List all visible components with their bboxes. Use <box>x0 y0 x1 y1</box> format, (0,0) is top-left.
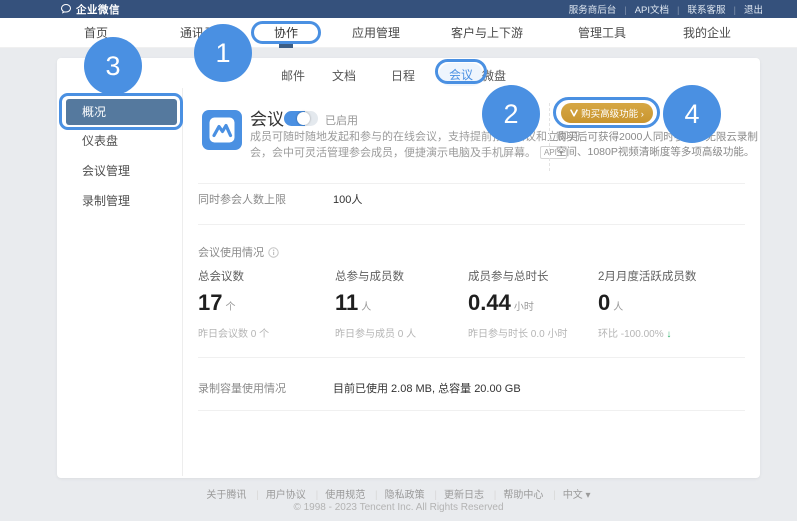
sidebar-item-recording-management[interactable]: 录制管理 <box>66 188 177 214</box>
meeting-description-line2-text: 会，会中可灵活管理参会成员，便捷演示电脑及手机屏幕。 <box>250 147 536 159</box>
meeting-description-line2: 会，会中可灵活管理参会成员，便捷演示电脑及手机屏幕。API ▾ <box>250 144 567 160</box>
annotation-rect-buy-button <box>553 97 660 128</box>
stat-monthly-active: 2月月度活跃成员数 0人 环比 -100.00% ↓ <box>598 268 728 340</box>
sidebar-item-dashboard[interactable]: 仪表盘 <box>66 128 177 154</box>
stat-unit: 人 <box>613 302 623 313</box>
footer-link-changelog[interactable]: 更新日志 <box>427 490 484 501</box>
stat-total-participants: 总参与成员数 11人 昨日参与成员 0 人 <box>335 268 465 340</box>
stat-value: 11人 <box>335 290 465 316</box>
participant-limit-value: 100人 <box>333 191 362 207</box>
stat-unit: 个 <box>225 302 235 313</box>
divider <box>198 410 745 411</box>
footer-link-about[interactable]: 关于腾讯 <box>206 490 246 501</box>
footer-language-selector[interactable]: 中文 ▾ <box>546 490 590 501</box>
chat-bubble-icon <box>60 3 72 15</box>
premium-benefit-line2: 空间、1080P视频清晰度等多项高级功能。 <box>556 144 754 159</box>
usage-title-text: 会议使用情况 <box>198 244 264 260</box>
stat-unit: 小时 <box>514 302 534 313</box>
stat-sub: 环比 -100.00% ↓ <box>598 325 728 340</box>
stat-sub: 昨日参与时长 0.0 小时 <box>468 325 598 340</box>
participant-limit-label: 同时参会人数上限 <box>198 191 286 207</box>
top-bar: 企业微信 服务商后台 API文档 联系客服 退出 <box>0 0 797 18</box>
top-link-contact-support[interactable]: 联系客服 <box>669 2 725 16</box>
stat-total-duration: 成员参与总时长 0.44小时 昨日参与时长 0.0 小时 <box>468 268 598 340</box>
top-link-logout[interactable]: 退出 <box>726 2 763 16</box>
active-nav-indicator <box>279 44 293 48</box>
sidebar-divider <box>182 88 183 476</box>
stat-sub: 昨日参与成员 0 人 <box>335 325 465 340</box>
annotation-rect-collaboration <box>251 21 321 44</box>
trend-down-arrow: ↓ <box>666 329 671 340</box>
app-logo-text: 企业微信 <box>76 2 120 17</box>
stat-total-meetings: 总会议数 17个 昨日会议数 0 个 <box>198 268 328 340</box>
meeting-app-icon <box>202 110 242 155</box>
footer-link-user-agreement[interactable]: 用户协议 <box>249 490 306 501</box>
divider <box>198 357 745 358</box>
stat-unit: 人 <box>361 302 371 313</box>
divider <box>198 183 745 184</box>
footer-link-privacy[interactable]: 隐私政策 <box>368 490 425 501</box>
nav-item-admin-tools[interactable]: 管理工具 <box>578 18 626 48</box>
annotation-step-4: 4 <box>663 85 721 143</box>
annotation-rect-meeting-tab <box>435 59 487 84</box>
screen: 企业微信 服务商后台 API文档 联系客服 退出 首页 通讯录 协作 应用管理 … <box>0 0 797 521</box>
toggle-status-label: 已启用 <box>325 112 358 128</box>
nav-item-app-management[interactable]: 应用管理 <box>352 18 400 48</box>
tab-docs[interactable]: 文档 <box>332 67 356 84</box>
nav-item-customers[interactable]: 客户与上下游 <box>451 18 523 48</box>
info-icon[interactable] <box>268 247 279 258</box>
recording-storage-value: 目前已使用 2.08 MB, 总容量 20.00 GB <box>333 380 521 396</box>
top-links: 服务商后台 API文档 联系客服 退出 <box>569 0 763 18</box>
sidebar-item-meeting-management[interactable]: 会议管理 <box>66 158 177 184</box>
top-link-provider-console[interactable]: 服务商后台 <box>569 2 617 16</box>
app-logo: 企业微信 <box>60 0 120 18</box>
stat-label: 总会议数 <box>198 268 328 284</box>
meeting-enabled-toggle[interactable] <box>284 111 318 126</box>
stat-value: 0.44小时 <box>468 290 598 316</box>
page-title: 会议 <box>250 105 284 130</box>
usage-section-title: 会议使用情况 <box>198 244 279 260</box>
divider <box>198 224 745 225</box>
footer-link-usage-rules[interactable]: 使用规范 <box>309 490 366 501</box>
stat-value: 17个 <box>198 290 328 316</box>
stat-label: 2月月度活跃成员数 <box>598 268 728 284</box>
annotation-step-3: 3 <box>84 37 142 95</box>
toggle-knob <box>297 112 310 125</box>
tab-schedule[interactable]: 日程 <box>391 67 415 84</box>
header-vertical-divider <box>549 103 550 171</box>
stat-sub: 昨日会议数 0 个 <box>198 325 328 340</box>
annotation-step-1: 1 <box>194 24 252 82</box>
premium-benefit-line1: 购买后可获得2000人同时参会、无限云录制 <box>556 129 758 144</box>
copyright-text: © 1998 - 2023 Tencent Inc. All Rights Re… <box>0 502 797 513</box>
stat-value: 0人 <box>598 290 728 316</box>
footer-link-help-center[interactable]: 帮助中心 <box>487 490 544 501</box>
nav-item-my-company[interactable]: 我的企业 <box>683 18 731 48</box>
footer-links: 关于腾讯 用户协议 使用规范 隐私政策 更新日志 帮助中心 中文 ▾ <box>0 486 797 501</box>
annotation-rect-overview <box>59 93 183 130</box>
tab-mail[interactable]: 邮件 <box>281 67 305 84</box>
top-link-api-docs[interactable]: API文档 <box>616 2 669 16</box>
stat-label: 总参与成员数 <box>335 268 465 284</box>
stat-label: 成员参与总时长 <box>468 268 598 284</box>
recording-storage-label: 录制容量使用情况 <box>198 380 286 396</box>
annotation-step-2: 2 <box>482 85 540 143</box>
